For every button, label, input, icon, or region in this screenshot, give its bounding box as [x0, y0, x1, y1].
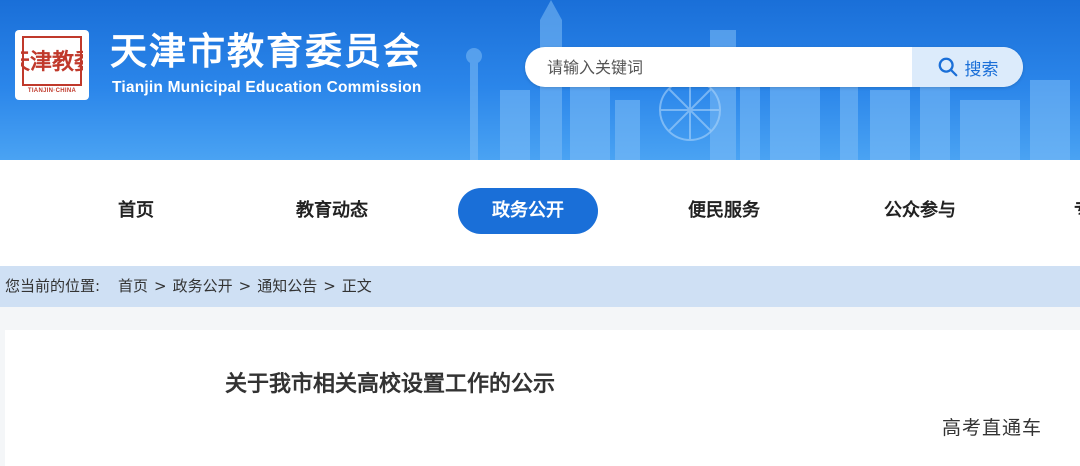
main-nav: 首页 教育动态 政务公开 便民服务 公众参与 专	[0, 160, 1080, 266]
nav-item-public-participation[interactable]: 公众参与	[850, 188, 990, 234]
breadcrumb: 您当前的位置: 首页 > 政务公开 > 通知公告 > 正文	[0, 266, 1080, 307]
article-title: 关于我市相关高校设置工作的公示	[225, 372, 556, 397]
site-logo[interactable]: 天津教委 TIANJIN·CHINA	[15, 30, 89, 100]
nav-item-home[interactable]: 首页	[66, 188, 206, 234]
breadcrumb-current: 正文	[341, 277, 372, 295]
breadcrumb-separator: >	[238, 277, 252, 295]
search-input[interactable]	[525, 47, 915, 87]
watermark: 高考直通车	[942, 417, 1043, 439]
search-bar: 搜索	[525, 47, 1023, 87]
nav-item-public-services[interactable]: 便民服务	[654, 188, 794, 234]
search-icon	[938, 57, 957, 77]
breadcrumb-label: 您当前的位置:	[5, 277, 101, 295]
nav-item-education-news[interactable]: 教育动态	[262, 188, 402, 234]
seal-icon: 天津教委	[21, 36, 83, 86]
breadcrumb-separator: >	[323, 277, 336, 295]
breadcrumb-government-affairs[interactable]: 政务公开	[173, 277, 233, 295]
header-banner: 天津教委 TIANJIN·CHINA 天津市教育委员会 Tianjin Muni…	[0, 0, 1080, 160]
site-title: 天津市教育委员会	[110, 30, 422, 73]
nav-item-government-affairs[interactable]: 政务公开	[458, 188, 598, 234]
site-title-en: Tianjin Municipal Education Commission	[112, 79, 422, 96]
breadcrumb-home[interactable]: 首页	[118, 277, 148, 295]
article-container: 关于我市相关高校设置工作的公示	[5, 330, 1080, 466]
seal-text: 天津教委	[21, 49, 83, 75]
search-button[interactable]: 搜索	[912, 47, 1023, 87]
nav-item-overflow[interactable]: 专	[1074, 188, 1080, 234]
breadcrumb-separator: >	[154, 277, 167, 295]
search-button-label: 搜索	[964, 59, 999, 80]
breadcrumb-notices[interactable]: 通知公告	[257, 277, 317, 295]
logo-caption: TIANJIN·CHINA	[27, 88, 77, 94]
